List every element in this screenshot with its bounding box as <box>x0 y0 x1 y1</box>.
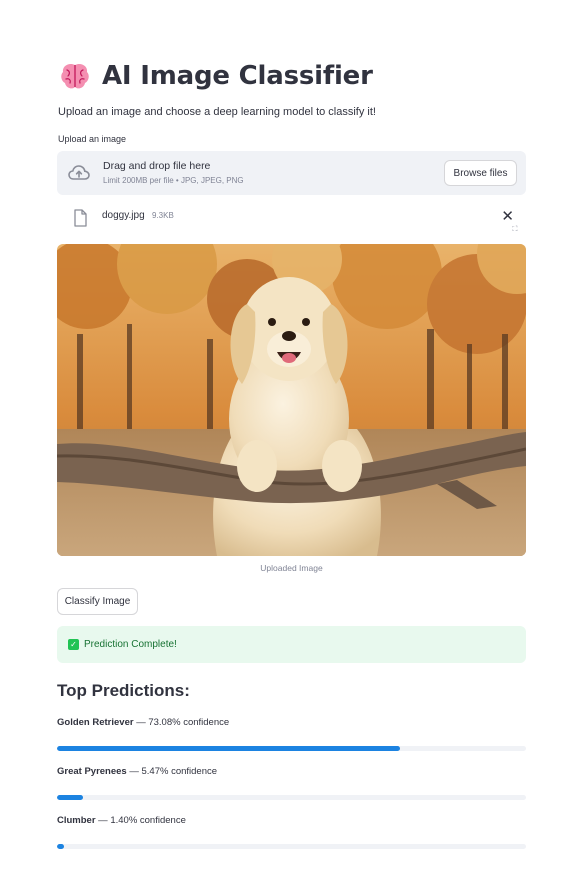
prediction-label: Golden Retriever — 73.08% confidence <box>57 717 526 728</box>
cloud-upload-icon <box>68 165 90 180</box>
success-alert: ✓ Prediction Complete! <box>57 626 526 663</box>
prediction-item: Great Pyrenees — 5.47% confidence <box>57 766 526 800</box>
file-dropzone[interactable]: Drag and drop file here Limit 200MB per … <box>57 151 526 195</box>
app-header: AI Image Classifier <box>58 56 373 96</box>
dropzone-limit: Limit 200MB per file • JPG, JPEG, PNG <box>103 176 244 185</box>
brain-icon <box>61 63 89 89</box>
prediction-label: Great Pyrenees — 5.47% confidence <box>57 766 526 777</box>
page-subtitle: Upload an image and choose a deep learni… <box>58 106 376 118</box>
file-icon <box>74 209 87 227</box>
check-icon: ✓ <box>68 639 79 650</box>
image-caption: Uploaded Image <box>260 563 323 573</box>
prediction-detail: — 5.47% confidence <box>126 766 218 777</box>
prediction-detail: — 73.08% confidence <box>133 717 230 728</box>
uploaded-file-row: doggy.jpg 9.3KB ✕ <box>57 202 526 238</box>
uploader-label: Upload an image <box>58 134 127 144</box>
fullscreen-icon[interactable]: ⛶ <box>508 224 522 236</box>
browse-files-button[interactable]: Browse files <box>444 160 517 186</box>
classify-image-button[interactable]: Classify Image <box>57 588 138 615</box>
prediction-name: Great Pyrenees <box>57 766 127 777</box>
predictions-heading: Top Predictions: <box>57 681 190 700</box>
prediction-name: Clumber <box>57 815 96 826</box>
prediction-detail: — 1.40% confidence <box>95 815 186 826</box>
success-message: Prediction Complete! <box>84 639 177 650</box>
confidence-bar-fill <box>57 746 400 751</box>
prediction-item: Golden Retriever — 73.08% confidence <box>57 717 526 751</box>
confidence-bar <box>57 844 526 849</box>
dropzone-title: Drag and drop file here <box>103 160 211 172</box>
confidence-bar-fill <box>57 795 83 800</box>
page-title: AI Image Classifier <box>102 61 373 91</box>
file-size: 9.3KB <box>152 211 174 220</box>
prediction-label: Clumber — 1.40% confidence <box>57 815 526 826</box>
prediction-item: Clumber — 1.40% confidence <box>57 815 526 849</box>
prediction-name: Golden Retriever <box>57 717 134 728</box>
uploaded-image <box>57 244 526 556</box>
confidence-bar <box>57 746 526 751</box>
confidence-bar-fill <box>57 844 64 849</box>
file-name: doggy.jpg <box>102 210 145 221</box>
confidence-bar <box>57 795 526 800</box>
